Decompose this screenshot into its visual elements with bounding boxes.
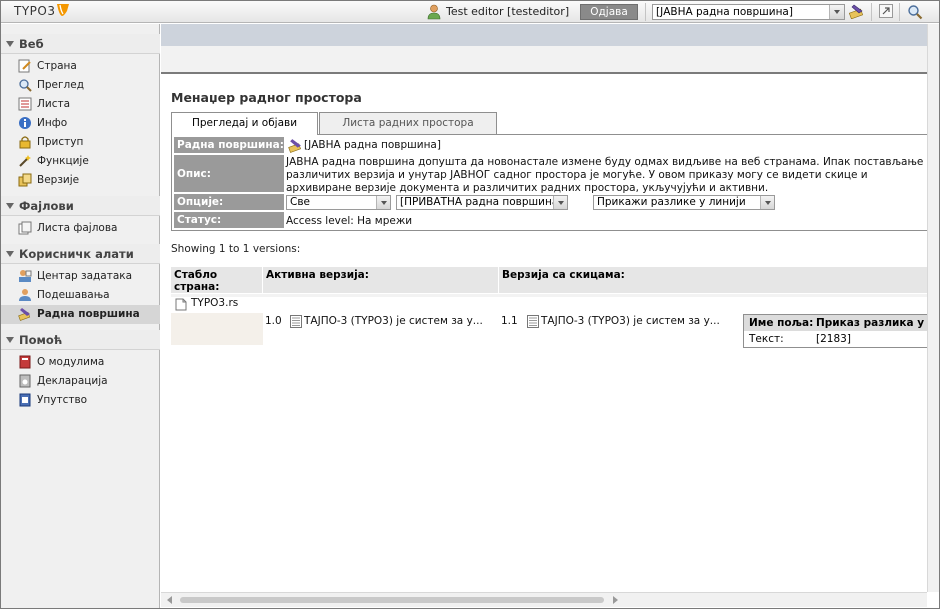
menu-item-versions[interactable]: Верзије — [1, 171, 160, 190]
workspace-label: Радна површина: — [174, 137, 284, 154]
menu-item-filelist[interactable]: Листа фајлова — [1, 219, 160, 238]
menu-section-title[interactable]: Корисничк алати — [1, 244, 160, 264]
draft-version-title[interactable]: ТАЈПО-3 (TYPO3) је систем за у... — [541, 315, 720, 327]
workspace-icon[interactable] — [849, 3, 865, 19]
diff-field-name: Текст: — [749, 333, 784, 345]
menu-item-list[interactable]: Листа — [1, 95, 160, 114]
menu-item-access[interactable]: Приступ — [1, 133, 160, 152]
tab-review-publish[interactable]: Прегледај и објави — [171, 112, 318, 135]
description-value: ЈАВНА радна површина допушта да новонаст… — [286, 156, 924, 194]
open-new-window-icon[interactable] — [879, 4, 893, 18]
user-label: Test editor [testeditor] — [446, 5, 570, 18]
chevron-down-icon — [829, 5, 844, 19]
content-element-icon — [290, 315, 302, 328]
toolbar-separator — [871, 3, 872, 21]
diff-table: Име поља: Приказ разлика у раз Текст: [2… — [743, 314, 939, 348]
diff-field-header: Име поља: — [749, 317, 814, 329]
magic-wand-icon — [19, 155, 31, 167]
menu-item-declaration[interactable]: Декларација — [1, 372, 160, 391]
logout-button[interactable]: Одјава — [580, 4, 638, 20]
diff-mode-select[interactable]: Прикажи разлике у линији — [593, 195, 775, 210]
workspace-value: [ЈАВНА радна површина] — [304, 139, 441, 151]
toolbar-separator — [899, 3, 900, 21]
draft-version-number: 1.1 — [501, 315, 518, 327]
user-settings-icon — [19, 289, 31, 301]
menu-item-info[interactable]: Инфо — [1, 114, 160, 133]
scrollbar-thumb[interactable] — [180, 597, 604, 603]
doc-header-toolbar — [161, 46, 939, 74]
typo3-logo-icon — [57, 4, 69, 16]
scroll-right-icon[interactable] — [613, 596, 618, 604]
diff-value-header: Приказ разлика у раз — [816, 317, 939, 329]
page-icon — [175, 298, 187, 311]
chevron-down-icon — [760, 196, 774, 209]
table-cell — [171, 313, 263, 345]
menu-item-page[interactable]: Страна — [1, 57, 160, 76]
typo3-logo[interactable]: TYPO3 — [14, 4, 55, 18]
options-label: Опције: — [174, 194, 284, 211]
description-label: Опис: — [174, 155, 284, 193]
versions-icon — [18, 173, 32, 187]
chevron-down-icon — [376, 196, 390, 209]
versions-count: Showing 1 to 1 versions: — [171, 243, 301, 255]
user-icon — [427, 4, 441, 20]
menu-section-title[interactable]: Помоћ — [1, 330, 160, 350]
menu-section-title[interactable]: Фајлови — [1, 196, 160, 216]
chevron-down-icon — [553, 196, 567, 209]
list-icon — [18, 97, 32, 111]
page-title: Менаџер радног простора — [171, 90, 362, 105]
column-header-draft-version: Верзија са скицама: — [499, 267, 939, 293]
filter-select[interactable]: Све — [286, 195, 391, 210]
menu-item-task-center[interactable]: Центар задатака — [1, 267, 160, 286]
book-icon — [19, 355, 31, 369]
menu-item-manual[interactable]: Упутство — [1, 391, 160, 410]
diff-table-header: Име поља: Приказ разлика у раз — [744, 315, 939, 331]
compare-workspace-select[interactable]: [ПРИВАТНА радна површина] — [396, 195, 568, 210]
workspace-select-value: [ЈАВНА радна површина] — [656, 6, 793, 18]
menu-item-about-modules[interactable]: О модулима — [1, 353, 160, 372]
menu-item-view[interactable]: Преглед — [1, 76, 160, 95]
info-icon — [19, 117, 31, 129]
menu-section-user-tools: Корисничк алати Центар задатака Подешава… — [1, 244, 160, 324]
column-header-active-version: Активна верзија: — [263, 267, 499, 293]
active-version-title[interactable]: ТАЈПО-3 (TYPO3) је систем за у... — [304, 315, 483, 327]
content-element-icon — [527, 315, 539, 328]
workspace-icon — [18, 308, 31, 321]
tab-workspace-list[interactable]: Листа радних простора — [319, 112, 497, 134]
task-center-icon — [19, 270, 32, 282]
menu-section-help: Помоћ О модулима Декларација Упутство — [1, 330, 160, 410]
menu-section-title[interactable]: Веб — [1, 34, 160, 54]
page-edit-icon — [18, 59, 31, 73]
menu-item-workspace[interactable]: Радна површина — [1, 305, 160, 324]
active-version-number: 1.0 — [265, 315, 282, 327]
page-tree-item[interactable]: TYPO3.rs — [191, 297, 238, 309]
workspace-icon — [288, 139, 301, 153]
column-header-page-tree: Стабло страна: — [171, 267, 263, 293]
search-icon[interactable] — [907, 4, 923, 20]
declaration-icon — [19, 374, 31, 388]
content-area: Менаџер радног простора Прегледај и обја… — [161, 24, 939, 608]
status-value: Access level: На мрежи — [286, 215, 413, 227]
menu-section-web: Веб Страна Преглед Листа Инфо Приступ Фу… — [1, 34, 160, 190]
menu-section-files: Фајлови Листа фајлова — [1, 196, 160, 238]
table-row-separator — [171, 294, 939, 297]
doc-header-band — [161, 24, 939, 46]
menu-item-functions[interactable]: Функције — [1, 152, 160, 171]
file-list-icon — [18, 221, 32, 235]
diff-field-value: [2183] — [816, 333, 851, 345]
toolbar-separator — [645, 3, 646, 21]
menu-item-settings[interactable]: Подешавања — [1, 286, 160, 305]
horizontal-scrollbar[interactable] — [161, 592, 927, 607]
status-label: Статус: — [174, 212, 284, 229]
manual-icon — [19, 393, 31, 407]
vertical-scrollbar[interactable] — [927, 24, 939, 592]
magnifier-icon — [19, 79, 32, 92]
scroll-left-icon[interactable] — [167, 596, 172, 604]
workspace-info-panel: Радна површина: [ЈАВНА радна површина] О… — [171, 134, 939, 231]
lock-icon — [19, 136, 31, 149]
top-bar: TYPO3 Test editor [testeditor] Одјава [Ј… — [1, 1, 939, 23]
workspace-select[interactable]: [ЈАВНА радна површина] — [652, 4, 845, 20]
module-menu: Веб Страна Преглед Листа Инфо Приступ Фу… — [1, 24, 160, 608]
diff-table-row: Текст: [2183] — [744, 331, 939, 347]
